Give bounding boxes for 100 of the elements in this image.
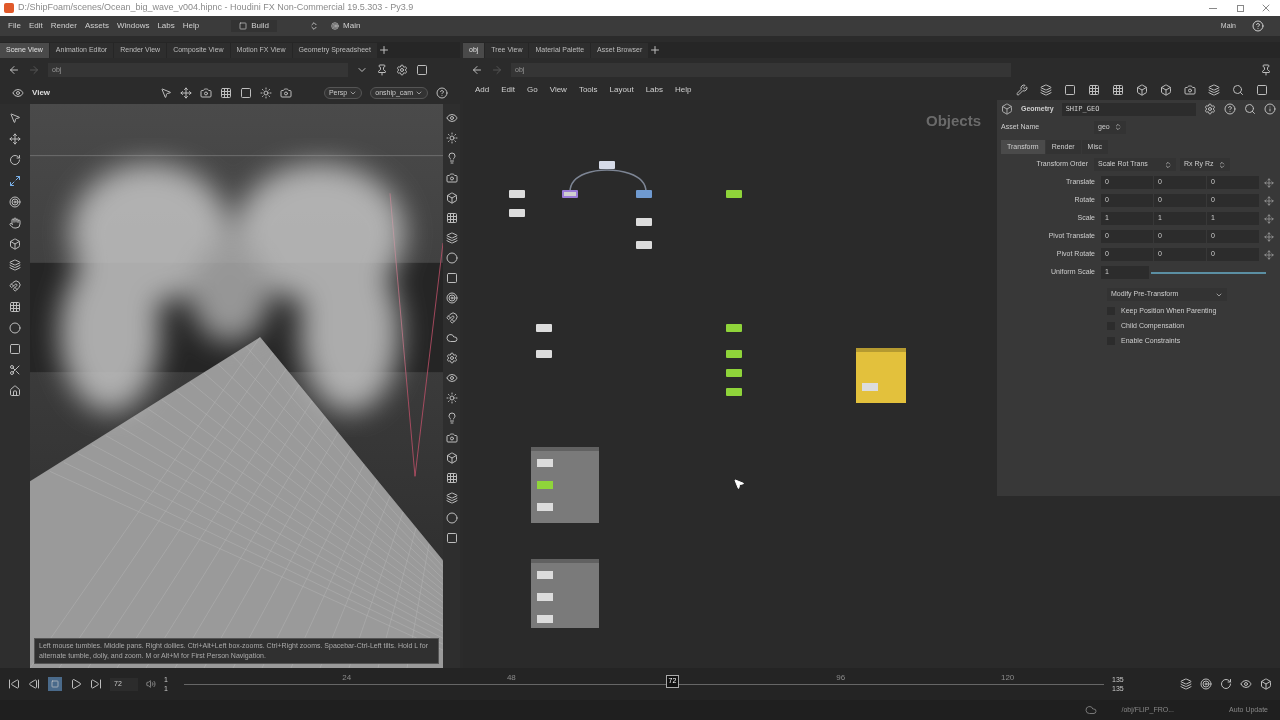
display-option-icon[interactable] <box>445 432 458 444</box>
toolbar-icon[interactable] <box>200 87 212 99</box>
tool-icon[interactable] <box>9 112 21 124</box>
network-node[interactable] <box>636 190 652 198</box>
toolbar-icon[interactable] <box>240 87 252 99</box>
network-node[interactable] <box>726 388 742 396</box>
back-icon[interactable] <box>8 64 20 76</box>
spinner-icon[interactable] <box>309 21 319 31</box>
network-tool-icon[interactable] <box>1184 84 1196 96</box>
network-tool-icon[interactable] <box>1016 84 1028 96</box>
menu-item[interactable]: Help <box>182 20 200 32</box>
maximize-icon[interactable] <box>1237 4 1244 12</box>
network-tool-icon[interactable] <box>1136 84 1148 96</box>
display-option-icon[interactable] <box>445 492 458 504</box>
display-option-icon[interactable] <box>445 372 458 384</box>
display-option-icon[interactable] <box>445 192 458 204</box>
pin-icon[interactable] <box>1260 64 1272 76</box>
display-option-icon[interactable] <box>445 412 458 424</box>
tool-icon[interactable] <box>9 385 21 397</box>
context-menu[interactable]: Main <box>327 20 365 32</box>
tool-icon[interactable] <box>9 217 21 229</box>
toolbar-icon[interactable] <box>180 87 192 99</box>
step-back-icon[interactable] <box>28 678 40 690</box>
network-node[interactable] <box>726 350 742 358</box>
toolbar-icon[interactable] <box>160 87 172 99</box>
network-node[interactable] <box>726 190 742 198</box>
display-option-icon[interactable] <box>445 132 458 144</box>
network-node[interactable] <box>726 369 742 377</box>
tool-icon[interactable] <box>9 196 21 208</box>
display-option-icon[interactable] <box>445 152 458 164</box>
tool-icon[interactable] <box>9 364 21 376</box>
display-option-icon[interactable] <box>445 532 458 544</box>
play-icon[interactable] <box>70 678 82 690</box>
menu-item[interactable]: View <box>549 84 567 96</box>
display-option-icon[interactable] <box>445 272 458 284</box>
menu-item[interactable]: Help <box>675 84 692 96</box>
audio-icon[interactable] <box>146 679 156 689</box>
network-node[interactable] <box>862 383 878 391</box>
menu-item[interactable]: Render <box>50 20 77 32</box>
network-tool-icon[interactable] <box>1232 84 1244 96</box>
network-node[interactable] <box>509 190 525 198</box>
network-tool-icon[interactable] <box>1088 84 1100 96</box>
settings-icon[interactable] <box>396 64 408 76</box>
tool-icon[interactable] <box>9 301 21 313</box>
help-icon[interactable] <box>1252 20 1264 32</box>
playback-option-icon[interactable] <box>1220 678 1232 690</box>
network-node[interactable] <box>537 459 553 467</box>
pin-icon[interactable] <box>376 64 388 76</box>
menu-item[interactable]: Add <box>475 84 490 96</box>
display-option-icon[interactable] <box>445 112 458 124</box>
display-option-icon[interactable] <box>445 212 458 224</box>
tool-icon[interactable] <box>9 238 21 250</box>
menu-item[interactable]: Go <box>527 84 538 96</box>
add-tab-icon[interactable] <box>377 44 390 56</box>
viewport-scene-drawing[interactable] <box>30 104 443 668</box>
handle-icon[interactable] <box>1264 231 1274 242</box>
slider-fill[interactable] <box>1151 271 1266 274</box>
menu-item[interactable]: File <box>8 20 21 32</box>
network-node[interactable] <box>636 241 652 249</box>
network-node[interactable] <box>536 324 552 332</box>
display-option-icon[interactable] <box>445 332 458 344</box>
square-icon[interactable] <box>416 64 428 76</box>
settings-icon[interactable] <box>1204 103 1217 115</box>
network-node[interactable] <box>536 350 552 358</box>
tool-icon[interactable] <box>9 280 21 292</box>
network-tool-icon[interactable] <box>1112 84 1124 96</box>
toolbar-icon[interactable] <box>280 87 292 99</box>
close-icon[interactable] <box>1260 2 1272 14</box>
network-tool-icon[interactable] <box>1256 84 1268 96</box>
display-option-icon[interactable] <box>445 512 458 524</box>
add-tab-icon[interactable] <box>649 44 662 56</box>
menu-item[interactable]: Layout <box>609 84 634 96</box>
network-tool-icon[interactable] <box>1208 84 1220 96</box>
network-node[interactable] <box>537 481 553 489</box>
help-icon[interactable] <box>1224 103 1237 115</box>
network-box[interactable] <box>531 447 599 523</box>
tool-icon[interactable] <box>9 322 21 334</box>
handle-icon[interactable] <box>1264 195 1274 206</box>
handle-icon[interactable] <box>1264 249 1274 260</box>
display-option-icon[interactable] <box>445 232 458 244</box>
playback-option-icon[interactable] <box>1180 678 1192 690</box>
network-box[interactable] <box>531 559 599 628</box>
tool-icon[interactable] <box>9 154 21 166</box>
display-option-icon[interactable] <box>445 352 458 364</box>
search-icon[interactable] <box>1244 103 1257 115</box>
help-icon[interactable] <box>436 87 448 99</box>
playback-option-icon[interactable] <box>1260 678 1272 690</box>
network-tool-icon[interactable] <box>1064 84 1076 96</box>
display-option-icon[interactable] <box>445 172 458 184</box>
tool-icon[interactable] <box>9 343 21 355</box>
playback-option-icon[interactable] <box>1200 678 1212 690</box>
desktop-menu[interactable]: Build <box>231 20 277 32</box>
minimize-icon[interactable] <box>1209 7 1217 9</box>
handle-icon[interactable] <box>1264 177 1274 188</box>
display-option-icon[interactable] <box>445 392 458 404</box>
network-node[interactable] <box>636 218 652 226</box>
menu-item[interactable]: Edit <box>501 84 516 96</box>
playback-option-icon[interactable] <box>1240 678 1252 690</box>
menu-item[interactable]: Tools <box>578 84 598 96</box>
network-node[interactable] <box>537 593 553 601</box>
